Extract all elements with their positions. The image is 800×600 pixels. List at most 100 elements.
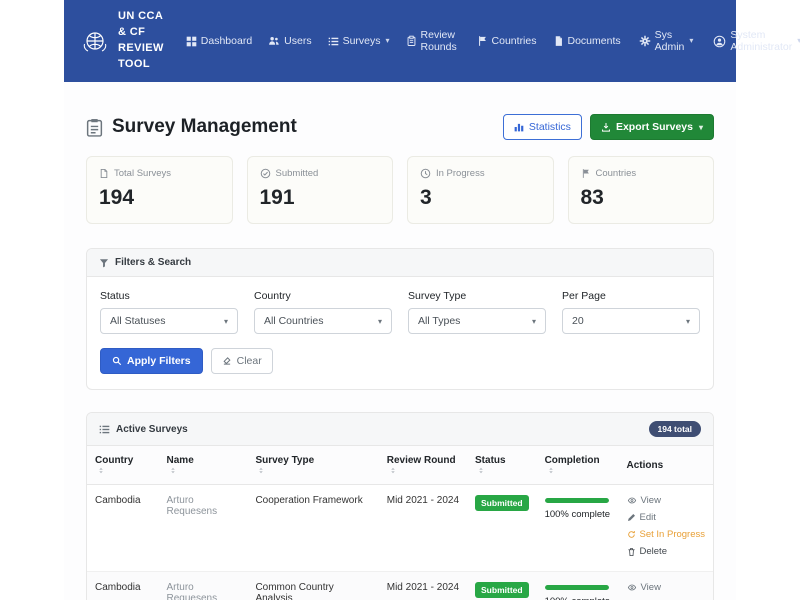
sort-icon [389,466,397,475]
flag-icon [477,35,488,47]
statistics-button[interactable]: Statistics [503,114,582,140]
survey-type-select[interactable]: All Types ▾ [408,308,546,334]
eraser-icon [222,356,232,366]
cell-survey-type: Common Country Analysis [247,572,378,600]
list-icon [328,36,339,47]
chevron-down-icon: ▾ [386,36,390,45]
search-icon [112,356,122,366]
header-buttons: Statistics Export Surveys ▾ [503,114,714,140]
stat-cards: Total Surveys 194 Submitted 191 [86,156,714,224]
progress-bar [545,585,609,590]
stat-countries: Countries 83 [568,156,715,224]
nav-countries[interactable]: Countries [475,32,539,50]
nav-dashboard[interactable]: Dashboard [184,32,254,50]
stat-value: 3 [420,186,541,210]
table-header-row: Country Name Survey Type Review Round St… [87,446,713,485]
status-select[interactable]: All Statuses ▾ [100,308,238,334]
nav-review-rounds[interactable]: Review Rounds [404,26,463,56]
sort-icon [257,466,265,475]
completion-text: 100% complete [545,509,611,520]
view-action[interactable]: View [627,495,705,506]
view-action[interactable]: View [627,582,705,593]
top-navbar: UN CCA & CF REVIEW TOOL Dashboard [64,0,736,82]
clipboard-list-icon [86,118,103,137]
col-status[interactable]: Status [467,446,537,485]
stat-submitted: Submitted 191 [247,156,394,224]
edit-action[interactable]: Edit [627,512,705,523]
dashboard-icon [186,36,197,47]
col-review-round[interactable]: Review Round [379,446,467,485]
filters-panel-header: Filters & Search [87,249,713,277]
download-icon [601,122,611,132]
list-check-icon [99,424,110,435]
nav-items: Dashboard Users [184,26,623,56]
country-select[interactable]: All Countries ▾ [254,308,392,334]
stat-value: 194 [99,186,220,210]
nav-sys-admin[interactable]: Sys Admin ▾ [637,26,696,56]
export-surveys-button[interactable]: Export Surveys ▾ [590,114,714,140]
cell-survey-type: Cooperation Framework [247,485,378,572]
col-survey-type[interactable]: Survey Type [247,446,378,485]
filter-survey-type: Survey Type All Types ▾ [408,290,546,334]
sort-icon [169,466,177,475]
filter-status: Status All Statuses ▾ [100,290,238,334]
completion-text: 100% complete [545,596,611,600]
chevron-down-icon: ▾ [224,317,228,326]
funnel-icon [99,258,109,268]
un-logo-icon [80,26,110,56]
cell-actions: View Edit Set In Progress Delete [619,485,713,572]
file-icon [99,168,109,179]
brand[interactable]: UN CCA & CF REVIEW TOOL [80,9,164,73]
stat-in-progress: In Progress 3 [407,156,554,224]
col-country[interactable]: Country [87,446,159,485]
status-badge: Submitted [475,495,529,511]
cell-completion: 100% complete [537,572,619,600]
delete-action[interactable]: Delete [627,546,705,557]
set-in-progress-action[interactable]: Set In Progress [627,529,705,540]
chevron-down-icon: ▾ [689,36,693,45]
page-header: Survey Management Statistics [86,114,714,140]
per-page-select[interactable]: 20 ▾ [562,308,700,334]
clock-icon [420,168,431,179]
check-circle-icon [260,168,271,179]
table-row: Cambodia Arturo Requesens Common Country… [87,572,713,600]
refresh-icon [627,530,636,539]
cell-review-round: Mid 2021 - 2024 [379,485,467,572]
chevron-down-icon: ▾ [699,123,703,132]
app-window: UN CCA & CF REVIEW TOOL Dashboard [64,0,736,600]
flag-icon [581,168,591,179]
sort-icon [547,466,555,475]
nav-documents[interactable]: Documents [551,32,623,50]
cell-name: Arturo Requesens [159,485,248,572]
nav-account-menu[interactable]: System Administrator ▾ [711,26,800,56]
sort-icon [97,466,105,475]
pencil-icon [627,513,636,522]
nav-surveys[interactable]: Surveys ▾ [326,32,392,50]
clipboard-icon [406,35,417,47]
cell-review-round: Mid 2021 - 2024 [379,572,467,600]
progress-bar [545,498,609,503]
col-actions: Actions [619,446,713,485]
person-circle-icon [713,35,726,48]
filters-panel-body: Status All Statuses ▾ Country All Countr… [87,277,713,389]
active-surveys-panel: Active Surveys 194 total Country Name Su… [86,412,714,600]
trash-icon [627,547,636,557]
sort-icon [477,466,485,475]
cell-country: Cambodia [87,485,159,572]
gear-icon [639,35,651,47]
apply-filters-button[interactable]: Apply Filters [100,348,203,374]
cell-country: Cambodia [87,572,159,600]
brand-text: UN CCA & CF REVIEW TOOL [118,9,164,73]
col-completion[interactable]: Completion [537,446,619,485]
stat-value: 191 [260,186,381,210]
chevron-down-icon: ▾ [532,317,536,326]
active-surveys-header: Active Surveys 194 total [87,413,713,446]
clear-filters-button[interactable]: Clear [211,348,273,374]
users-icon [268,35,280,47]
stat-value: 83 [581,186,702,210]
chevron-down-icon: ▾ [378,317,382,326]
page-title: Survey Management [86,116,297,138]
col-name[interactable]: Name [159,446,248,485]
nav-users[interactable]: Users [266,32,313,50]
document-icon [553,35,564,47]
